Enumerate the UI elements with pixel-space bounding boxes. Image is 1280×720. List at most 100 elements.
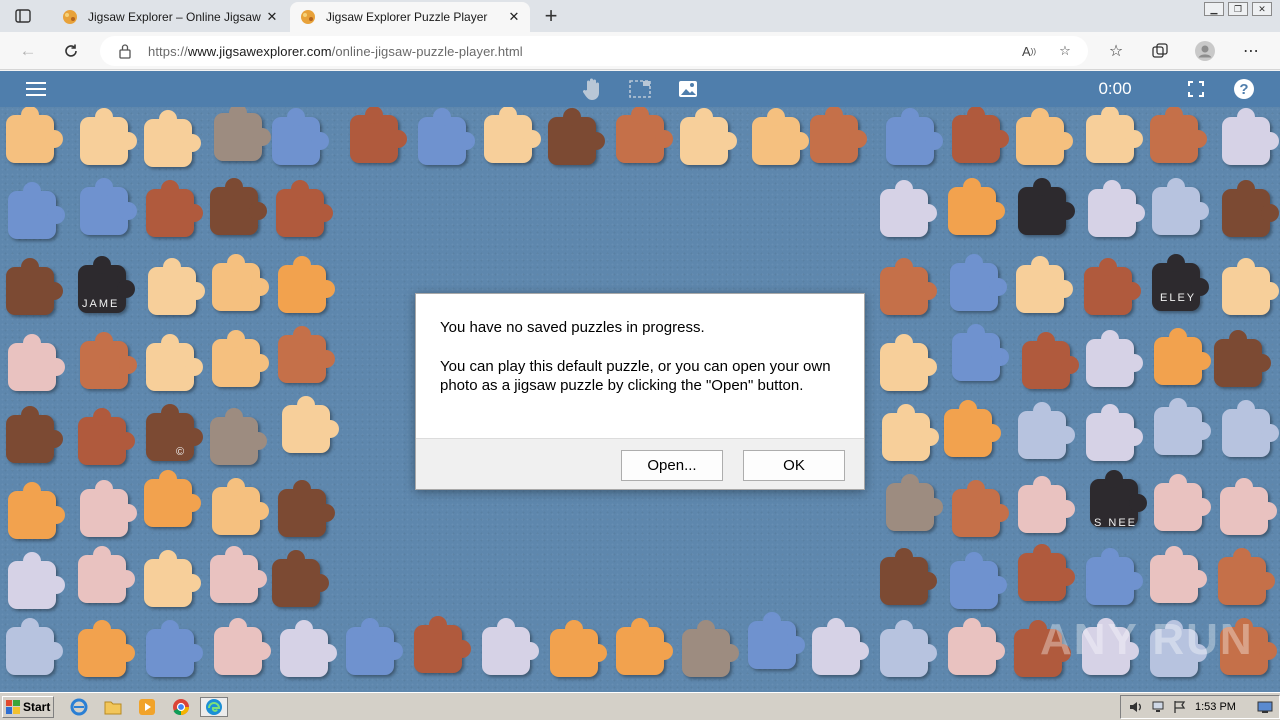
puzzle-piece[interactable] <box>1018 402 1075 459</box>
fullscreen-icon[interactable] <box>1184 77 1208 101</box>
tab-close-icon[interactable]: ✕ <box>506 9 522 25</box>
puzzle-piece[interactable] <box>80 178 137 235</box>
puzzle-piece[interactable] <box>80 108 137 165</box>
volume-icon[interactable] <box>1129 700 1145 714</box>
puzzle-piece[interactable] <box>950 254 1007 311</box>
tab-puzzle-player[interactable]: Jigsaw Explorer Puzzle Player ✕ <box>290 2 530 32</box>
puzzle-piece[interactable] <box>8 334 65 391</box>
puzzle-piece[interactable] <box>882 404 939 461</box>
tab-close-icon[interactable]: ✕ <box>264 9 280 25</box>
puzzle-piece[interactable] <box>1222 258 1279 315</box>
puzzle-piece[interactable] <box>212 478 269 535</box>
puzzle-piece[interactable] <box>1218 548 1275 605</box>
puzzle-piece[interactable] <box>484 107 541 163</box>
new-tab-icon[interactable]: + <box>540 5 562 27</box>
puzzle-piece[interactable] <box>146 180 203 237</box>
puzzle-piece[interactable] <box>548 108 605 165</box>
puzzle-piece[interactable] <box>948 178 1005 235</box>
show-desktop-icon[interactable] <box>1257 700 1273 714</box>
puzzle-piece[interactable] <box>210 546 267 603</box>
minimize-icon[interactable]: ▁ <box>1204 2 1224 16</box>
puzzle-piece[interactable] <box>944 400 1001 457</box>
puzzle-piece[interactable] <box>880 334 937 391</box>
puzzle-piece[interactable] <box>1018 544 1075 601</box>
puzzle-piece[interactable] <box>414 616 471 673</box>
puzzle-piece[interactable] <box>78 408 135 465</box>
puzzle-piece[interactable] <box>210 178 267 235</box>
puzzle-piece[interactable] <box>210 408 267 465</box>
puzzle-piece[interactable] <box>278 480 335 537</box>
puzzle-piece[interactable] <box>1088 180 1145 237</box>
puzzle-piece[interactable] <box>880 548 937 605</box>
lock-icon[interactable] <box>118 43 134 59</box>
chrome-icon[interactable] <box>170 697 192 717</box>
puzzle-piece[interactable] <box>1018 178 1075 235</box>
address-bar[interactable]: https://www.jigsawexplorer.com/online-ji… <box>100 36 1088 66</box>
puzzle-piece[interactable] <box>1086 404 1143 461</box>
image-icon[interactable] <box>676 77 700 101</box>
puzzle-piece[interactable] <box>810 107 867 163</box>
puzzle-piece[interactable] <box>886 474 943 531</box>
puzzle-piece[interactable] <box>80 332 137 389</box>
read-aloud-icon[interactable]: A)) <box>1020 43 1038 59</box>
puzzle-piece[interactable] <box>146 334 203 391</box>
back-icon[interactable]: ← <box>15 38 41 64</box>
puzzle-piece[interactable] <box>680 108 737 165</box>
puzzle-piece[interactable] <box>948 618 1005 675</box>
puzzle-piece[interactable] <box>6 618 63 675</box>
puzzle-piece[interactable] <box>880 180 937 237</box>
internet-explorer-icon[interactable] <box>68 697 90 717</box>
puzzle-piece[interactable] <box>6 107 63 163</box>
puzzle-piece[interactable] <box>1222 108 1279 165</box>
puzzle-piece[interactable] <box>8 552 65 609</box>
puzzle-piece[interactable] <box>144 550 201 607</box>
puzzle-piece[interactable] <box>6 406 63 463</box>
open-button[interactable]: Open... <box>621 450 723 481</box>
puzzle-piece[interactable] <box>952 324 1009 381</box>
puzzle-piece[interactable] <box>1154 474 1211 531</box>
file-explorer-icon[interactable] <box>102 697 124 717</box>
puzzle-piece[interactable] <box>482 618 539 675</box>
puzzle-piece[interactable] <box>682 620 739 677</box>
puzzle-piece[interactable] <box>1086 548 1143 605</box>
puzzle-piece[interactable] <box>272 108 329 165</box>
puzzle-piece[interactable] <box>1016 108 1073 165</box>
puzzle-piece[interactable] <box>212 254 269 311</box>
puzzle-piece[interactable] <box>1222 400 1279 457</box>
puzzle-piece[interactable] <box>1086 330 1143 387</box>
puzzle-piece[interactable] <box>80 480 137 537</box>
puzzle-piece[interactable] <box>1154 328 1211 385</box>
more-options-icon[interactable]: ⋯ <box>1241 41 1261 61</box>
puzzle-piece[interactable] <box>276 180 333 237</box>
puzzle-piece[interactable] <box>1084 258 1141 315</box>
puzzle-piece[interactable] <box>278 256 335 313</box>
puzzle-piece[interactable] <box>1154 398 1211 455</box>
puzzle-piece[interactable] <box>1086 107 1143 163</box>
selection-icon[interactable] <box>628 77 652 101</box>
puzzle-piece[interactable] <box>886 108 943 165</box>
puzzle-piece[interactable] <box>748 612 805 669</box>
puzzle-piece[interactable] <box>616 107 673 163</box>
puzzle-piece[interactable] <box>1220 478 1277 535</box>
puzzle-piece[interactable] <box>880 620 937 677</box>
puzzle-piece[interactable] <box>418 108 475 165</box>
network-icon[interactable] <box>1151 700 1167 714</box>
puzzle-piece[interactable] <box>952 480 1009 537</box>
help-icon[interactable]: ? <box>1232 77 1256 101</box>
puzzle-piece[interactable] <box>6 258 63 315</box>
puzzle-piece[interactable] <box>616 618 673 675</box>
puzzle-piece[interactable] <box>752 108 809 165</box>
puzzle-piece[interactable] <box>1214 330 1271 387</box>
puzzle-piece[interactable] <box>1150 107 1207 163</box>
action-center-flag-icon[interactable] <box>1173 700 1189 714</box>
puzzle-piece[interactable] <box>8 182 65 239</box>
restore-icon[interactable]: ❐ <box>1228 2 1248 16</box>
puzzle-piece[interactable] <box>282 396 339 453</box>
tab-actions-icon[interactable] <box>8 5 38 27</box>
profile-avatar-icon[interactable] <box>1195 41 1215 61</box>
puzzle-piece[interactable] <box>550 620 607 677</box>
close-window-icon[interactable]: ✕ <box>1252 2 1272 16</box>
puzzle-piece[interactable] <box>280 620 337 677</box>
puzzle-piece[interactable] <box>1152 178 1209 235</box>
puzzle-piece[interactable] <box>1016 256 1073 313</box>
